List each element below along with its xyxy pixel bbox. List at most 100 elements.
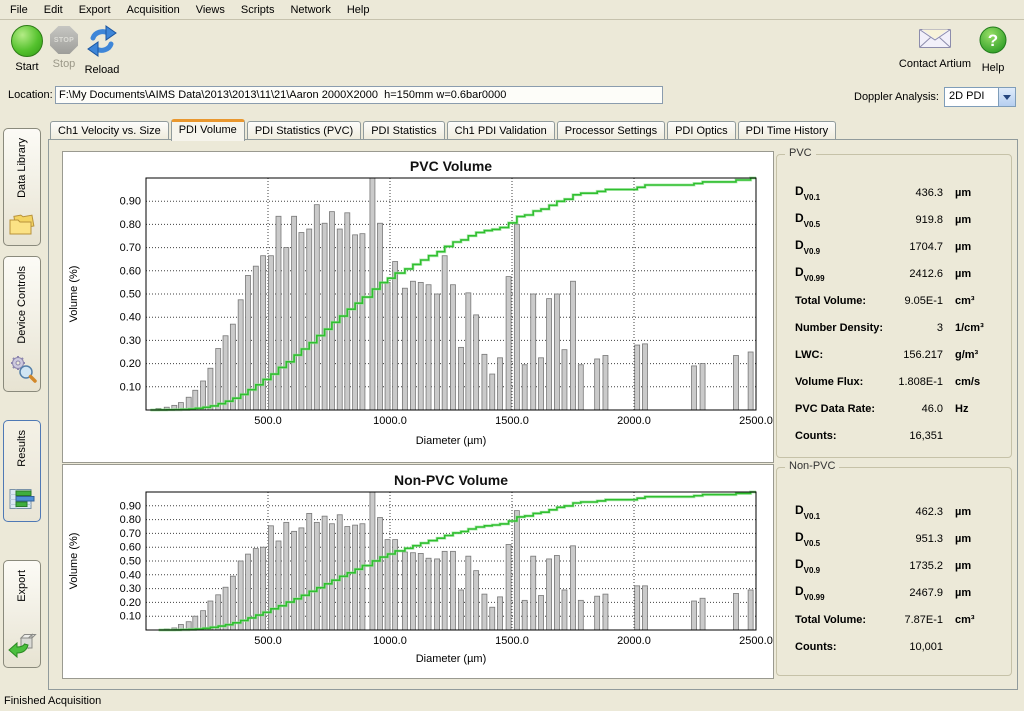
histogram-bar bbox=[748, 590, 753, 630]
histogram-bar bbox=[531, 556, 536, 630]
tab-pdi-optics[interactable]: PDI Optics bbox=[667, 121, 736, 140]
non-pvc-volume-chart: 0.100.200.300.400.500.600.700.800.90500.… bbox=[62, 464, 774, 679]
histogram-bar bbox=[506, 277, 511, 410]
sidebar-item-device-controls[interactable]: Device Controls bbox=[3, 256, 41, 392]
histogram-bar bbox=[426, 558, 431, 630]
y-tick-label: 0.30 bbox=[120, 583, 141, 595]
chevron-down-icon bbox=[1003, 95, 1011, 100]
stat-row-total-volume: Total Volume:7.87E-1cm³ bbox=[777, 606, 1011, 633]
menu-views[interactable]: Views bbox=[188, 2, 233, 18]
tab-ch1-velocity-vs-size[interactable]: Ch1 Velocity vs. Size bbox=[50, 121, 169, 140]
stat-unit: µm bbox=[943, 560, 1011, 572]
histogram-bar bbox=[216, 349, 221, 410]
histogram-bar bbox=[201, 381, 206, 410]
location-input[interactable] bbox=[55, 86, 663, 104]
histogram-bar bbox=[571, 546, 576, 630]
contact-artium-button[interactable]: Contact Artium bbox=[890, 25, 980, 70]
histogram-bar bbox=[292, 216, 297, 410]
stat-value: 16,351 bbox=[887, 430, 943, 442]
y-axis-label: Volume (%) bbox=[68, 533, 80, 590]
histogram-bar bbox=[490, 607, 495, 630]
histogram-bar bbox=[562, 590, 567, 630]
sidebar-item-results[interactable]: Results bbox=[3, 420, 41, 522]
contact-artium-button-label: Contact Artium bbox=[899, 58, 971, 70]
menu-network[interactable]: Network bbox=[282, 2, 338, 18]
help-button[interactable]: ?Help bbox=[971, 25, 1015, 74]
histogram-bar bbox=[700, 364, 705, 410]
stat-label: DV0.5 bbox=[795, 530, 887, 546]
menu-edit[interactable]: Edit bbox=[36, 2, 71, 18]
menu-scripts[interactable]: Scripts bbox=[233, 2, 283, 18]
stat-value: 7.87E-1 bbox=[887, 614, 943, 626]
histogram-bar bbox=[353, 525, 358, 630]
x-tick-label: 500.0 bbox=[254, 635, 282, 647]
histogram-bar bbox=[578, 365, 583, 410]
stat-unit: µm bbox=[943, 241, 1011, 253]
tab-processor-settings[interactable]: Processor Settings bbox=[557, 121, 665, 140]
sidebar-item-export[interactable]: Export bbox=[3, 560, 41, 668]
histogram-bar bbox=[360, 524, 365, 630]
tab-pdi-time-history[interactable]: PDI Time History bbox=[738, 121, 837, 140]
pdi-volume-tab-page: 0.100.200.300.400.500.600.700.800.90500.… bbox=[48, 139, 1018, 690]
histogram-bar bbox=[292, 531, 297, 630]
stat-row-counts: Counts:10,001 bbox=[777, 633, 1011, 660]
sidebar-item-label: Export bbox=[16, 570, 28, 602]
stat-row-dv0-9: DV0.91735.2µm bbox=[777, 552, 1011, 579]
tab-pdi-statistics-pvc[interactable]: PDI Statistics (PVC) bbox=[247, 121, 361, 140]
reload-button[interactable]: Reload bbox=[78, 25, 126, 76]
stat-value: 2412.6 bbox=[887, 268, 943, 280]
stat-unit: g/m³ bbox=[943, 349, 1011, 361]
stat-unit: cm³ bbox=[943, 295, 1011, 307]
help-icon: ? bbox=[978, 25, 1008, 58]
menu-help[interactable]: Help bbox=[339, 2, 378, 18]
stat-value: 951.3 bbox=[887, 533, 943, 545]
histogram-bar bbox=[514, 511, 519, 630]
stat-row-dv0-5: DV0.5951.3µm bbox=[777, 525, 1011, 552]
histogram-bar bbox=[692, 601, 697, 630]
stat-row-dv0-1: DV0.1462.3µm bbox=[777, 498, 1011, 525]
histogram-bar bbox=[345, 527, 350, 631]
stat-value: 919.8 bbox=[887, 214, 943, 226]
histogram-bar bbox=[531, 294, 536, 410]
tab-pdi-statistics[interactable]: PDI Statistics bbox=[363, 121, 444, 140]
chart-title: Non-PVC Volume bbox=[394, 472, 508, 488]
histogram-bar bbox=[547, 559, 552, 630]
histogram-bar bbox=[554, 294, 559, 410]
stat-label: Number Density: bbox=[795, 322, 887, 334]
histogram-bar bbox=[385, 282, 390, 410]
histogram-bar bbox=[284, 248, 289, 410]
tab-bar: Ch1 Velocity vs. SizePDI VolumePDI Stati… bbox=[48, 118, 1018, 140]
histogram-bar bbox=[539, 358, 544, 410]
stat-row-number-density: Number Density:31/cm³ bbox=[777, 314, 1011, 341]
menu-file[interactable]: File bbox=[2, 2, 36, 18]
menu-export[interactable]: Export bbox=[71, 2, 119, 18]
stat-unit: µm bbox=[943, 214, 1011, 226]
pvc-group-title: PVC bbox=[785, 147, 816, 159]
y-tick-label: 0.30 bbox=[120, 335, 141, 347]
non-pvc-group-title: Non-PVC bbox=[785, 460, 839, 472]
histogram-bar bbox=[603, 355, 608, 410]
sidebar-item-data-library[interactable]: Data Library bbox=[3, 128, 41, 246]
menu-acquisition[interactable]: Acquisition bbox=[119, 2, 188, 18]
histogram-bar bbox=[595, 359, 600, 410]
location-row: Location: Doppler Analysis: 2D PDI bbox=[0, 84, 1024, 108]
histogram-bar bbox=[276, 216, 281, 410]
pvc-stats-group: PVC DV0.1436.3µmDV0.5919.8µmDV0.91704.7µ… bbox=[776, 154, 1012, 458]
stat-unit: µm bbox=[943, 587, 1011, 599]
tab-pdi-volume[interactable]: PDI Volume bbox=[171, 119, 245, 141]
tab-ch1-pdi-validation[interactable]: Ch1 PDI Validation bbox=[447, 121, 555, 140]
stat-label: DV0.9 bbox=[795, 557, 887, 573]
sidebar-item-label: Results bbox=[16, 430, 28, 467]
combo-dropdown-button[interactable] bbox=[998, 88, 1015, 106]
doppler-analysis-select[interactable]: 2D PDI bbox=[944, 87, 1016, 107]
start-icon bbox=[11, 25, 43, 57]
status-text: Finished Acquisition bbox=[4, 695, 101, 707]
sidebar: Data Library Device Controls Results Export bbox=[0, 118, 47, 690]
histogram-bar bbox=[329, 524, 334, 630]
doppler-analysis-value: 2D PDI bbox=[945, 88, 998, 106]
folders-icon bbox=[6, 210, 38, 240]
y-tick-label: 0.60 bbox=[120, 265, 141, 277]
stat-label: DV0.99 bbox=[795, 584, 887, 600]
histogram-bar bbox=[490, 374, 495, 410]
histogram-bar bbox=[268, 256, 273, 410]
